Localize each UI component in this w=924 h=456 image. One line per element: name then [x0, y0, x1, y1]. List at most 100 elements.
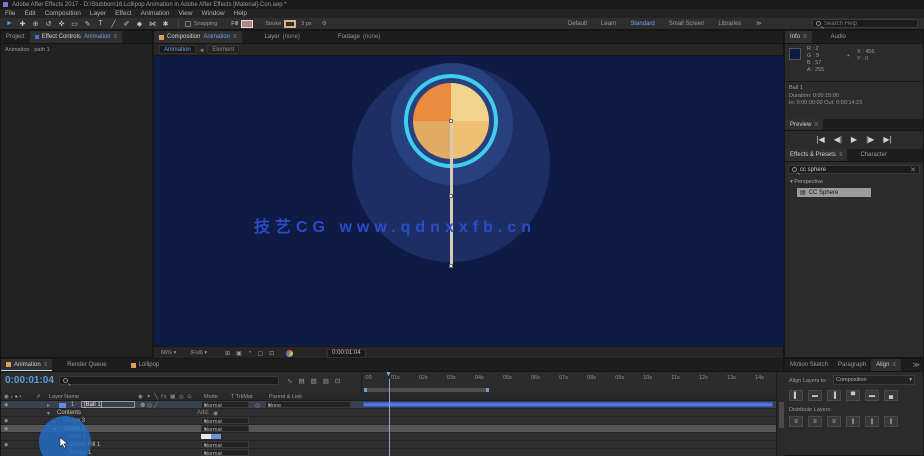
- next-frame-button[interactable]: |▶: [866, 135, 874, 144]
- prev-frame-button[interactable]: ◀|: [834, 135, 842, 144]
- distribute-v-center-button[interactable]: ≡: [808, 416, 822, 427]
- layer-name-box[interactable]: [Ball 1]: [81, 401, 135, 408]
- mode-select[interactable]: Normal▾: [201, 441, 249, 448]
- tab-character[interactable]: Character: [855, 149, 891, 161]
- current-timecode[interactable]: 0:00:01:04: [5, 375, 54, 386]
- effects-category[interactable]: ▾ Perspective: [790, 179, 823, 185]
- play-button[interactable]: ▶: [851, 135, 857, 144]
- eraser-tool[interactable]: ◆: [133, 20, 146, 28]
- crumb-parent-comp[interactable]: Element: [207, 45, 239, 54]
- text-tool[interactable]: T: [94, 20, 107, 27]
- viewer-icon-1[interactable]: ▣: [236, 350, 242, 357]
- tab-align[interactable]: Align ≡: [871, 359, 901, 371]
- channels-icon[interactable]: [286, 350, 293, 357]
- menu-item-4[interactable]: Effect: [115, 10, 132, 17]
- eye-icon[interactable]: ◉: [4, 442, 8, 448]
- viewer-timecode[interactable]: 0:00:01:04: [327, 349, 365, 358]
- playhead-line[interactable]: [389, 379, 390, 456]
- timeline-scrollbar[interactable]: [776, 372, 785, 456]
- first-frame-button[interactable]: |◀: [816, 135, 824, 144]
- panel-menu-icon[interactable]: ≡: [892, 362, 896, 368]
- tab-layer[interactable]: Layer(none): [260, 31, 305, 43]
- selection-tool[interactable]: ►: [3, 20, 16, 27]
- menu-item-2[interactable]: Composition: [45, 10, 81, 17]
- time-ruler[interactable]: :0001s02s03s04s05s06s07s08s09s10s11s12s1…: [361, 372, 776, 393]
- distribute-h-center-button[interactable]: ∥: [865, 416, 879, 427]
- column-mode[interactable]: Mode: [204, 394, 218, 400]
- layer-duration-bar[interactable]: [363, 402, 773, 407]
- fill-swatch[interactable]: [241, 20, 253, 28]
- viewer-icon-4[interactable]: ⊡: [269, 350, 274, 357]
- tab-overflow-icon[interactable]: ≫: [913, 361, 923, 369]
- eye-icon[interactable]: ◉: [4, 418, 8, 424]
- menu-item-7[interactable]: Window: [202, 10, 225, 17]
- panel-menu-icon[interactable]: ≡: [233, 34, 237, 40]
- workspace-standard[interactable]: Standard: [630, 21, 654, 27]
- mode-select[interactable]: Normal▾: [201, 417, 249, 424]
- mode-select[interactable]: Normal▾: [201, 425, 249, 432]
- tab-info[interactable]: Info ≡: [785, 31, 812, 43]
- eye-icon[interactable]: ◉: [4, 402, 8, 408]
- panel-menu-icon[interactable]: ≡: [44, 362, 48, 368]
- tab-composition[interactable]: Composition Animation ≡: [154, 31, 242, 43]
- menu-item-5[interactable]: Animation: [141, 10, 170, 17]
- stroke-label[interactable]: Stroke: [265, 21, 281, 27]
- tab-effect-controls[interactable]: Effect Controls Animation ≡: [30, 31, 122, 43]
- align-v-center-button[interactable]: ▬: [865, 390, 879, 401]
- clone-stamp-tool[interactable]: ✐: [120, 20, 133, 28]
- path-value-chip[interactable]: [201, 434, 221, 439]
- tab-audio[interactable]: Audio: [826, 31, 851, 43]
- brush-tool[interactable]: ╱: [107, 20, 120, 28]
- viewer-icon-0[interactable]: ⊞: [225, 350, 230, 357]
- tab-render-queue[interactable]: Render Queue: [62, 359, 111, 371]
- timeline-toggle-icon-0[interactable]: ∿: [287, 377, 292, 385]
- column-index[interactable]: #: [37, 394, 40, 400]
- align-left-button[interactable]: ▌: [789, 390, 803, 401]
- effects-item-cc-sphere[interactable]: ▤ CC Sphere: [797, 188, 871, 197]
- gear-icon[interactable]: ⚙: [322, 20, 327, 27]
- path-vertex-bottom[interactable]: [449, 264, 453, 268]
- stroke-swatch[interactable]: [284, 20, 296, 28]
- column-layer-name[interactable]: Layer Name: [49, 394, 79, 400]
- tab-preview[interactable]: Preview ≡: [785, 119, 823, 130]
- add-icon[interactable]: ◉: [213, 410, 218, 417]
- rotate-tool[interactable]: ↺: [42, 20, 55, 28]
- distribute-bottom-button[interactable]: ≡: [827, 416, 841, 427]
- resolution-select[interactable]: (Full) ▾: [190, 350, 207, 356]
- menu-item-1[interactable]: Edit: [24, 10, 35, 17]
- column-trkmat[interactable]: T TrkMat: [231, 394, 253, 400]
- timeline-search-input[interactable]: [71, 378, 275, 384]
- zoom-tool[interactable]: ⊕: [29, 20, 42, 28]
- comp-viewport[interactable]: 技艺CG www.qdnxxfb.cn: [154, 56, 785, 346]
- timeline-search[interactable]: [59, 376, 279, 385]
- panel-menu-icon[interactable]: ≡: [114, 34, 118, 40]
- zoom-level-select[interactable]: 66% ▾: [161, 350, 176, 356]
- effects-search-input[interactable]: [800, 167, 907, 173]
- pen-tool[interactable]: ✎: [81, 20, 94, 28]
- stroke-width[interactable]: 3 px: [301, 21, 311, 27]
- puppet-tool[interactable]: ✱: [159, 20, 172, 28]
- tab-paragraph[interactable]: Paragraph: [833, 359, 871, 371]
- menu-item-8[interactable]: Help: [234, 10, 247, 17]
- align-bottom-button[interactable]: ▄: [884, 390, 898, 401]
- work-area-bar[interactable]: [364, 388, 489, 392]
- help-search[interactable]: [812, 19, 918, 28]
- menu-item-6[interactable]: View: [179, 10, 193, 17]
- shape-tool[interactable]: ▭: [68, 20, 81, 28]
- scrollbar-thumb[interactable]: [779, 402, 784, 428]
- parent-select[interactable]: None▾: [265, 401, 351, 408]
- path-vertex-middle[interactable]: [449, 194, 453, 198]
- tab-motion-sketch[interactable]: Motion Sketch: [785, 359, 833, 371]
- fill-label[interactable]: Fill: [231, 21, 238, 27]
- workspace-learn[interactable]: Learn: [601, 21, 616, 27]
- viewer-icon-3[interactable]: ▢: [257, 350, 263, 357]
- snapping-checkbox[interactable]: [185, 21, 191, 27]
- menu-item-3[interactable]: Layer: [90, 10, 106, 17]
- label-color-chip[interactable]: [59, 403, 66, 408]
- pickwhip-icon[interactable]: ◎: [255, 402, 260, 409]
- hand-tool[interactable]: ✚: [16, 20, 29, 28]
- playhead-icon[interactable]: ▼: [385, 371, 392, 378]
- mode-select[interactable]: Normal▾: [201, 449, 249, 456]
- workspace-more-icon[interactable]: ≫: [755, 20, 761, 27]
- menu-item-0[interactable]: File: [5, 10, 15, 17]
